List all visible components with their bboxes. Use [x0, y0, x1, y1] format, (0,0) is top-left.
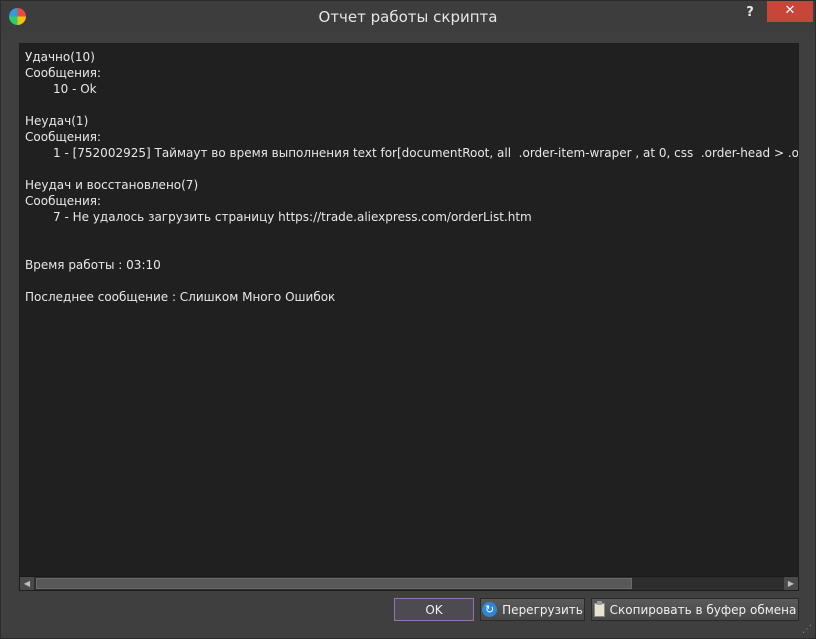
report-line: Последнее сообщение : Слишком Много Ошиб…	[25, 290, 336, 304]
scroll-left-icon[interactable]: ◀	[20, 577, 34, 590]
report-panel: Удачно(10) Сообщения: 10 - Ok Неудач(1) Сооб…	[19, 43, 799, 591]
report-line: Удачно(10)	[25, 50, 95, 64]
report-text-area[interactable]: Удачно(10) Сообщения: 10 - Ok Неудач(1) Сооб…	[20, 44, 798, 576]
report-line	[25, 273, 798, 289]
window-title: Отчет работы скрипта	[318, 8, 498, 26]
report-line: Неудач(1)	[25, 114, 89, 128]
title-bar[interactable]: Отчет работы скрипта ? ✕	[1, 1, 815, 33]
report-dialog: Отчет работы скрипта ? ✕ Удачно(10) Сообщ…	[0, 0, 816, 639]
report-line: 7 - Не удалось загрузить страницу https:…	[53, 210, 532, 224]
report-line	[25, 161, 798, 177]
reload-button-label: Перегрузить	[502, 602, 583, 617]
ok-button-label: OK	[425, 602, 443, 617]
report-lines: Удачно(10) Сообщения: 10 - Ok Неудач(1) Сооб…	[25, 49, 798, 305]
ok-button[interactable]: OK	[394, 598, 474, 621]
report-line: 1 - [752002925] Таймаут во время выполне…	[53, 146, 798, 160]
report-line: Сообщения:	[25, 194, 102, 208]
scroll-right-icon[interactable]: ▶	[784, 577, 798, 590]
report-line: Сообщения:	[25, 66, 102, 80]
report-line: 10 - Ok	[53, 82, 97, 96]
help-button[interactable]: ?	[737, 3, 763, 25]
report-line: Сообщения:	[25, 130, 102, 144]
scroll-thumb[interactable]	[36, 578, 632, 589]
resize-grip-icon[interactable]: ⋰	[802, 624, 812, 635]
report-line: Время работы : 03:10	[25, 258, 161, 272]
copy-button-label: Скопировать в буфер обмена	[609, 602, 797, 617]
clipboard-icon	[593, 600, 605, 617]
copy-to-clipboard-button[interactable]: Скопировать в буфер обмена	[591, 598, 799, 621]
report-line	[25, 97, 798, 113]
close-button[interactable]: ✕	[767, 1, 813, 22]
reload-icon: ↻	[482, 602, 498, 617]
report-line	[25, 225, 798, 241]
report-line: Неудач и восстановлено(7)	[25, 178, 199, 192]
reload-button[interactable]: ↻ Перегрузить	[480, 598, 585, 621]
report-line	[25, 241, 798, 257]
horizontal-scrollbar[interactable]: ◀ ▶	[20, 576, 798, 590]
